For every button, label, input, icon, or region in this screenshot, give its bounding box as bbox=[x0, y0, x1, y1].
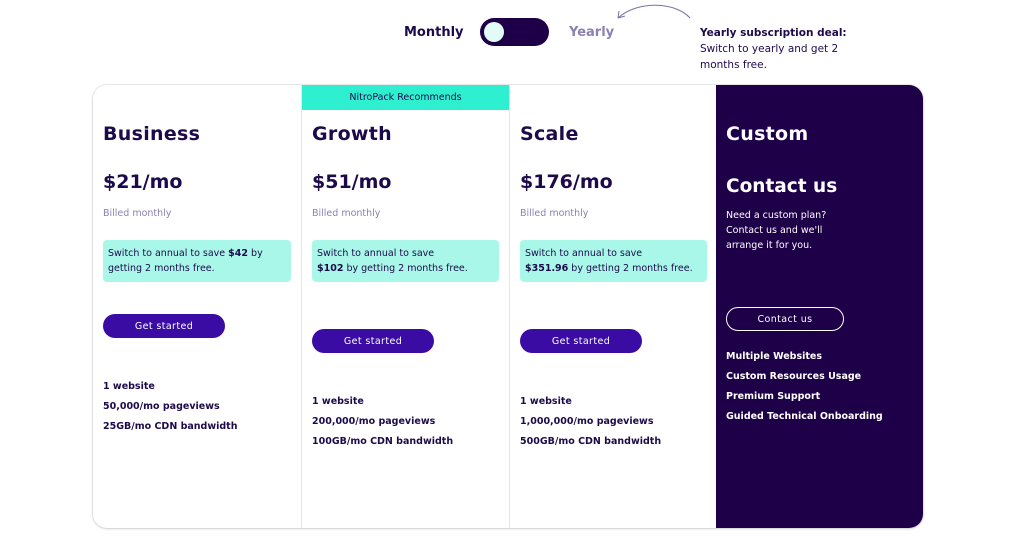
monthly-label[interactable]: Monthly bbox=[404, 25, 464, 40]
feature-item: 500GB/mo CDN bandwidth bbox=[520, 436, 662, 447]
custom-plan-description: Need a custom plan? Contact us and we'll… bbox=[726, 210, 827, 251]
feature-list: Multiple Websites Custom Resources Usage… bbox=[726, 347, 883, 427]
savings-text: Switch to annual to save bbox=[317, 248, 435, 259]
savings-note: Switch to annual to save $102 by getting… bbox=[312, 240, 499, 282]
savings-text: Switch to annual to save bbox=[525, 248, 643, 259]
deal-title: Yearly subscription deal: bbox=[700, 27, 847, 39]
plan-name: Growth bbox=[312, 123, 392, 145]
pricing-page: Monthly Yearly Yearly subscription deal:… bbox=[0, 0, 1024, 543]
billing-note: Billed monthly bbox=[520, 208, 589, 219]
get-started-button[interactable]: Get started bbox=[312, 329, 434, 353]
savings-amount: $102 bbox=[317, 263, 344, 274]
plan-name: Custom bbox=[726, 123, 809, 145]
plan-name: Scale bbox=[520, 123, 579, 145]
feature-item: 100GB/mo CDN bandwidth bbox=[312, 436, 454, 447]
savings-text: Switch to annual to save bbox=[108, 248, 229, 259]
get-started-button[interactable]: Get started bbox=[520, 329, 642, 353]
feature-item: Guided Technical Onboarding bbox=[726, 411, 883, 422]
feature-item: 1 website bbox=[312, 396, 364, 407]
contact-us-button[interactable]: Contact us bbox=[726, 307, 844, 331]
feature-item: 1 website bbox=[103, 381, 155, 392]
feature-item: Multiple Websites bbox=[726, 351, 823, 362]
plan-business: Business $21/mo Billed monthly Switch to… bbox=[93, 85, 301, 528]
plan-growth: NitroPack Recommends Growth $51/mo Bille… bbox=[301, 85, 509, 528]
feature-item: Custom Resources Usage bbox=[726, 371, 862, 382]
plan-name: Business bbox=[103, 123, 201, 145]
feature-item: 200,000/mo pageviews bbox=[312, 416, 436, 427]
toggle-knob bbox=[484, 22, 504, 42]
savings-note: Switch to annual to save $42 by getting … bbox=[103, 240, 291, 282]
curved-arrow-icon bbox=[617, 4, 691, 19]
recommended-badge: NitroPack Recommends bbox=[302, 85, 509, 110]
feature-list: 1 website 50,000/mo pageviews 25GB/mo CD… bbox=[103, 377, 238, 437]
feature-list: 1 website 1,000,000/mo pageviews 500GB/m… bbox=[520, 392, 661, 452]
pricing-table: Business $21/mo Billed monthly Switch to… bbox=[93, 85, 923, 528]
deal-text: Switch to yearly and get 2 months free. bbox=[700, 43, 839, 71]
billing-note: Billed monthly bbox=[103, 208, 172, 219]
feature-item: 1,000,000/mo pageviews bbox=[520, 416, 654, 427]
plan-price: $51/mo bbox=[312, 171, 392, 193]
get-started-button[interactable]: Get started bbox=[103, 314, 225, 338]
feature-item: 1 website bbox=[520, 396, 572, 407]
savings-amount: $42 bbox=[228, 248, 249, 259]
plan-scale: Scale $176/mo Billed monthly Switch to a… bbox=[509, 85, 716, 528]
contact-heading: Contact us bbox=[726, 176, 838, 197]
billing-period-toggle[interactable] bbox=[480, 18, 549, 46]
feature-item: 50,000/mo pageviews bbox=[103, 401, 220, 412]
feature-item: 25GB/mo CDN bandwidth bbox=[103, 421, 238, 432]
savings-text: by getting 2 months free. bbox=[568, 263, 693, 274]
feature-list: 1 website 200,000/mo pageviews 100GB/mo … bbox=[312, 392, 453, 452]
yearly-deal-note: Yearly subscription deal: Switch to year… bbox=[700, 25, 850, 73]
savings-text: by getting 2 months free. bbox=[343, 263, 468, 274]
plan-price: $176/mo bbox=[520, 171, 613, 193]
savings-note: Switch to annual to save $351.96 by gett… bbox=[520, 240, 707, 282]
billing-note: Billed monthly bbox=[312, 208, 381, 219]
plan-custom: Custom Contact us Need a custom plan? Co… bbox=[716, 85, 923, 528]
feature-item: Premium Support bbox=[726, 391, 821, 402]
plan-price: $21/mo bbox=[103, 171, 183, 193]
savings-amount: $351.96 bbox=[525, 263, 569, 274]
